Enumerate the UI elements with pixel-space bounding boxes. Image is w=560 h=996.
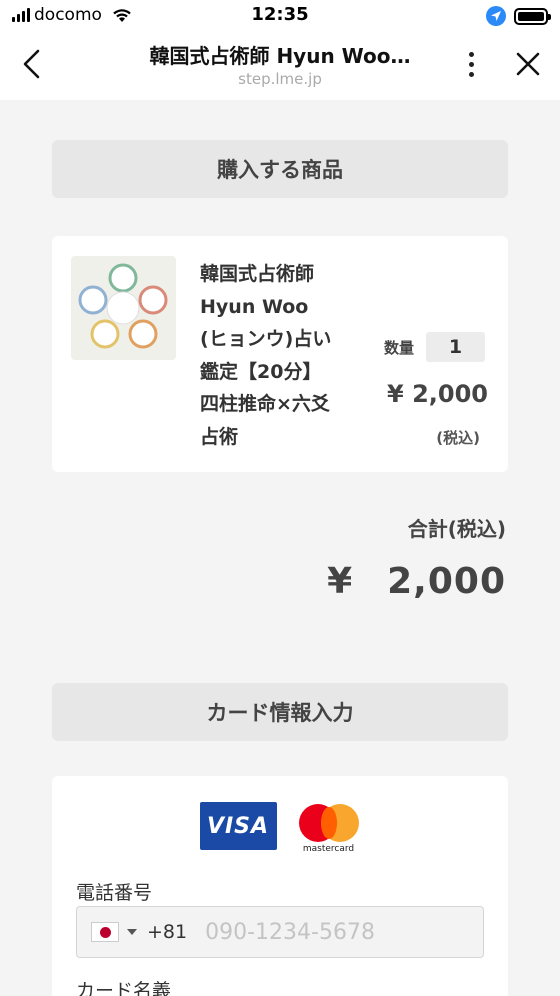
country-dropdown-icon[interactable] <box>127 929 137 935</box>
quantity-label: 数量 <box>384 338 415 357</box>
more-dot-icon <box>468 61 474 67</box>
total-amount: ¥2,000 <box>327 561 506 602</box>
card-name-label: カード名義 <box>76 980 172 996</box>
quantity-value: 1 <box>426 332 486 362</box>
phone-field: +81 <box>76 906 484 958</box>
location-icon <box>486 6 506 26</box>
more-dot-icon <box>468 51 474 57</box>
tax-note: (税込) <box>436 429 480 447</box>
product-name-line: 占術 <box>200 425 239 448</box>
product-name-line: 四柱推命×六爻 <box>200 393 330 415</box>
total-label: 合計(税込) <box>407 517 506 541</box>
mastercard-wordmark: mastercard <box>302 844 355 854</box>
more-options-button[interactable] <box>460 48 482 80</box>
card-brands: VISA mastercard <box>52 802 508 854</box>
battery-icon <box>514 7 551 25</box>
clock: 12:35 <box>251 4 309 25</box>
product-name-line: 韓国式占術師 <box>200 263 315 285</box>
mastercard-logo: mastercard <box>297 802 361 854</box>
back-button[interactable] <box>14 46 50 82</box>
phone-label: 電話番号 <box>76 882 153 904</box>
product-name-line: Hyun Woo <box>200 295 309 318</box>
product-name-line: 鑑定【20分】 <box>200 360 322 383</box>
nav-bar: 韓国式占術師 Hyun Woo… step.lme.jp <box>0 32 560 100</box>
product-card: 韓国式占術師 Hyun Woo (ヒョンウ)占い 鑑定【20分】 四柱推命×六爻… <box>52 236 508 472</box>
visa-logo: VISA <box>199 802 277 850</box>
status-right <box>486 6 551 26</box>
more-dot-icon <box>468 71 474 77</box>
page-url: step.lme.jp <box>238 70 322 88</box>
unit-price: ¥ 2,000 <box>387 380 488 408</box>
product-name: 韓国式占術師 Hyun Woo (ヒョンウ)占い 鑑定【20分】 四柱推命×六爻… <box>200 258 370 453</box>
close-icon <box>516 52 540 76</box>
total-value: 2,000 <box>387 561 506 602</box>
card-section-header: カード情報入力 <box>52 683 508 741</box>
product-image <box>78 263 168 349</box>
status-bar: docomo 12:35 <box>0 0 560 32</box>
japan-flag-icon[interactable] <box>91 922 119 942</box>
card-form: VISA mastercard 電話番号 +81 カード名義 <box>52 776 508 996</box>
product-section-header: 購入する商品 <box>52 140 508 198</box>
chevron-left-icon <box>23 49 40 79</box>
phone-input[interactable] <box>205 919 446 945</box>
product-thumbnail <box>71 256 176 360</box>
close-button[interactable] <box>510 46 546 82</box>
product-name-line: (ヒョンウ)占い <box>200 328 332 350</box>
quantity-group: 数量 1 <box>384 332 486 362</box>
total-currency: ¥ <box>327 561 354 602</box>
country-code: +81 <box>147 921 188 943</box>
page-title: 韓国式占術師 Hyun Woo… <box>149 44 411 68</box>
